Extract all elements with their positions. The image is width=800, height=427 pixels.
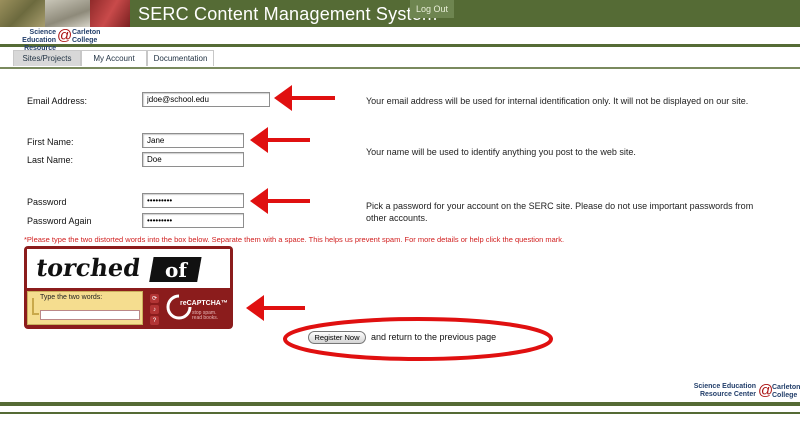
footer-divider-thin: [0, 412, 800, 414]
annotation-arrow-captcha: [246, 295, 305, 321]
annotation-circle-register: [283, 317, 553, 361]
footer-brand-line1: Science Education: [693, 383, 756, 390]
footer-college-line2: College: [772, 392, 798, 399]
footer-divider: [0, 402, 800, 406]
footer-serc-logo[interactable]: Science Education Resource Center: [691, 383, 756, 399]
annotation-overlay: [246, 85, 553, 361]
annotation-arrow-email: [274, 85, 335, 111]
footer-college-line1: Carleton: [772, 384, 800, 391]
annotation-arrow-password: [250, 188, 310, 214]
footer-brand-line2: Resource Center: [699, 391, 756, 398]
footer-carleton-logo[interactable]: Carleton College: [772, 384, 800, 400]
annotation-arrow-name: [250, 127, 310, 153]
footer-at-icon: @: [758, 382, 774, 399]
